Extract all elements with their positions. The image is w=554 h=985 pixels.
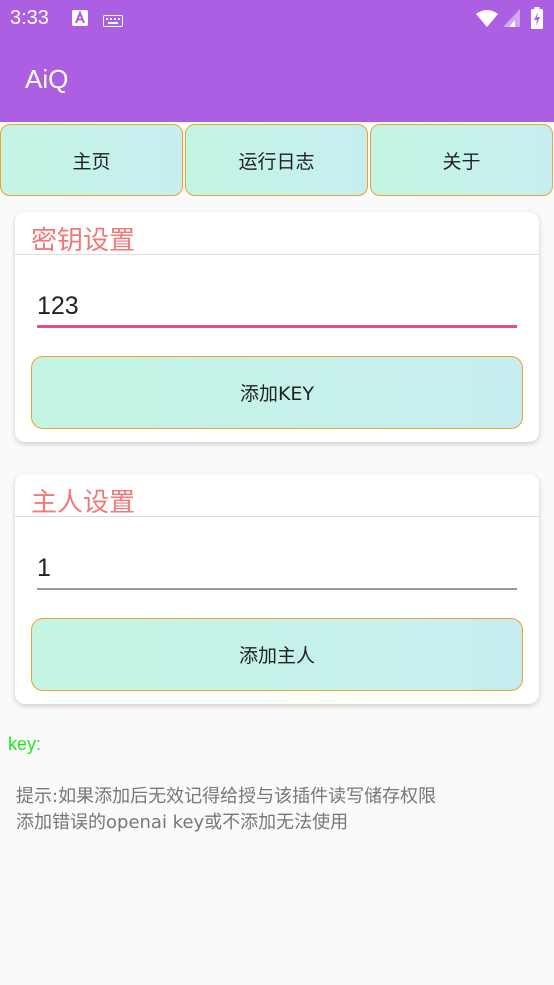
hint-line: 提示:如果添加后无效记得给授与该插件读写储存权限 [16, 786, 437, 807]
tab-about[interactable]: 关于 [370, 124, 553, 196]
signal-icon [503, 9, 520, 31]
key-input[interactable]: 123 [37, 284, 517, 328]
divider [15, 516, 539, 517]
owner-input-underline [37, 588, 517, 590]
hint-line: 添加错误的openai key或不添加无法使用 [16, 812, 349, 833]
owner-settings-card: 主人设置 1 添加主人 [15, 474, 539, 704]
owner-input[interactable]: 1 [37, 546, 517, 590]
wifi-icon [476, 9, 498, 31]
divider [15, 254, 539, 255]
status-time: 3:33 [10, 7, 49, 29]
key-input-underline [37, 325, 517, 328]
key-label: key: [8, 734, 42, 754]
hint-text: 提示:如果添加后无效记得给授与该插件读写储存权限 添加错误的openai key… [16, 784, 536, 836]
tab-label: 运行日志 [238, 150, 315, 173]
add-owner-button-label: 添加主人 [238, 645, 315, 667]
key-settings-title: 密钥设置 [31, 226, 136, 256]
owner-settings-title: 主人设置 [31, 488, 136, 518]
tab-label: 主页 [72, 150, 111, 173]
a-square-icon [72, 10, 88, 30]
tab-home[interactable]: 主页 [0, 124, 183, 196]
battery-charging-icon [531, 7, 543, 33]
tab-label: 关于 [442, 150, 481, 173]
tab-run-log[interactable]: 运行日志 [185, 124, 368, 196]
app-title: AiQ [25, 64, 69, 94]
add-key-button[interactable]: 添加KEY [31, 356, 523, 429]
add-key-button-label: 添加KEY [239, 383, 315, 405]
key-settings-card: 密钥设置 123 添加KEY [15, 212, 539, 442]
app-bar: AiQ [0, 38, 554, 122]
keyboard-icon [103, 12, 123, 31]
add-owner-button[interactable]: 添加主人 [31, 618, 523, 691]
status-bar: 3:33 [0, 0, 554, 38]
